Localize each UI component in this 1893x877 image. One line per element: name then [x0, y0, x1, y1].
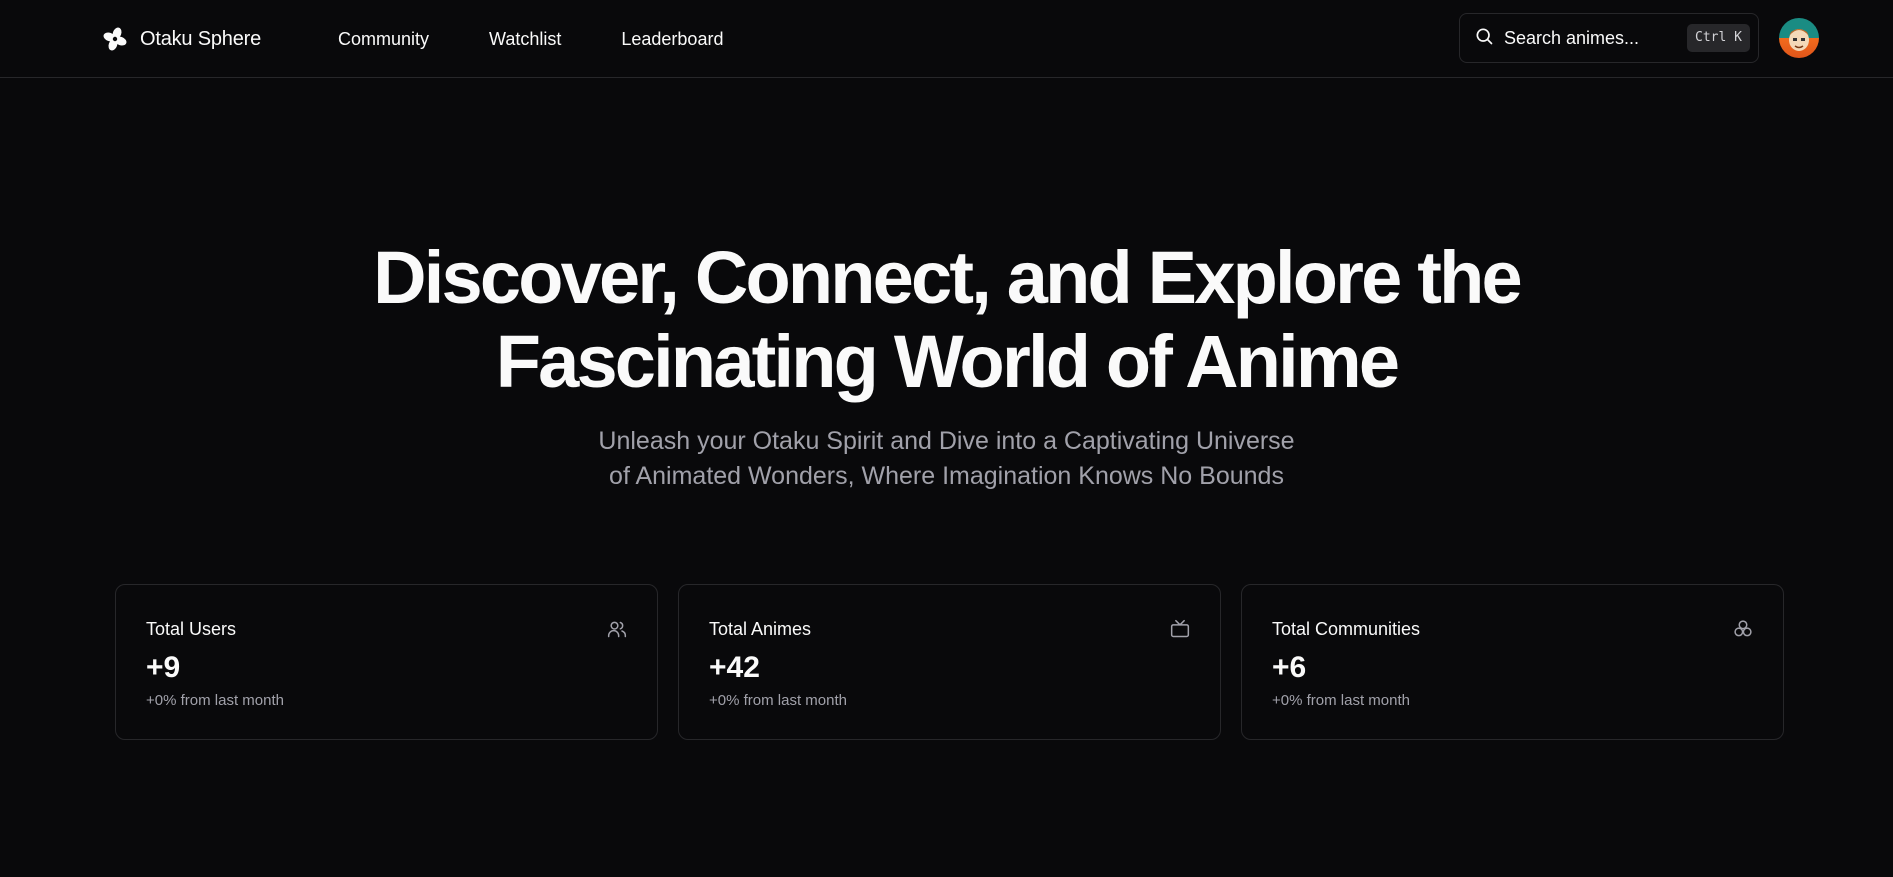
stat-card-users: Total Users +9 +0% from last month [115, 584, 658, 740]
stat-card-communities: Total Communities +6 +0% from last month [1241, 584, 1784, 740]
hero-subtitle-line-2: of Animated Wonders, Where Imagination K… [609, 462, 1284, 490]
flower-logo-icon [102, 26, 128, 52]
hero-title-line-2: Fascinating World of Anime [495, 320, 1400, 403]
hero-title: Discover, Connect, and Explore the Fasci… [0, 236, 1893, 404]
nav-community[interactable]: Community [338, 26, 429, 52]
search-icon [1474, 26, 1494, 51]
search-placeholder: Search animes... [1504, 27, 1640, 48]
user-avatar[interactable] [1779, 18, 1819, 58]
stat-card-delta: +0% from last month [709, 692, 847, 709]
nav-watchlist[interactable]: Watchlist [489, 26, 561, 52]
top-navbar: Otaku Sphere Community Watchlist Leaderb… [0, 0, 1893, 78]
search-shortcut: Ctrl K [1687, 24, 1750, 52]
stat-card-title: Total Animes [709, 619, 812, 639]
search-button[interactable]: Search animes... Ctrl K [1459, 13, 1759, 63]
stat-card-value: +6 [1272, 651, 1307, 684]
stat-card-delta: +0% from last month [146, 692, 284, 709]
stats-cards: Total Users +9 +0% from last month Total… [115, 584, 1784, 740]
hero-title-line-1: Discover, Connect, and Explore the [373, 236, 1522, 319]
tv-icon [1170, 619, 1190, 639]
brand-link[interactable]: Otaku Sphere [102, 24, 261, 54]
main-nav: Community Watchlist Leaderboard [338, 26, 723, 52]
stat-card-animes: Total Animes +42 +0% from last month [678, 584, 1221, 740]
stat-card-value: +42 [709, 651, 760, 684]
communities-icon [1733, 619, 1753, 639]
nav-leaderboard[interactable]: Leaderboard [621, 26, 723, 52]
stat-card-title: Total Users [146, 619, 237, 639]
hero-subtitle-line-1: Unleash your Otaku Spirit and Dive into … [598, 427, 1295, 455]
stat-card-delta: +0% from last month [1272, 692, 1410, 709]
hero-subtitle: Unleash your Otaku Spirit and Dive into … [0, 424, 1893, 494]
stat-card-value: +9 [146, 651, 181, 684]
stat-card-title: Total Communities [1272, 619, 1421, 639]
brand-name: Otaku Sphere [140, 27, 262, 50]
users-icon [607, 619, 627, 639]
